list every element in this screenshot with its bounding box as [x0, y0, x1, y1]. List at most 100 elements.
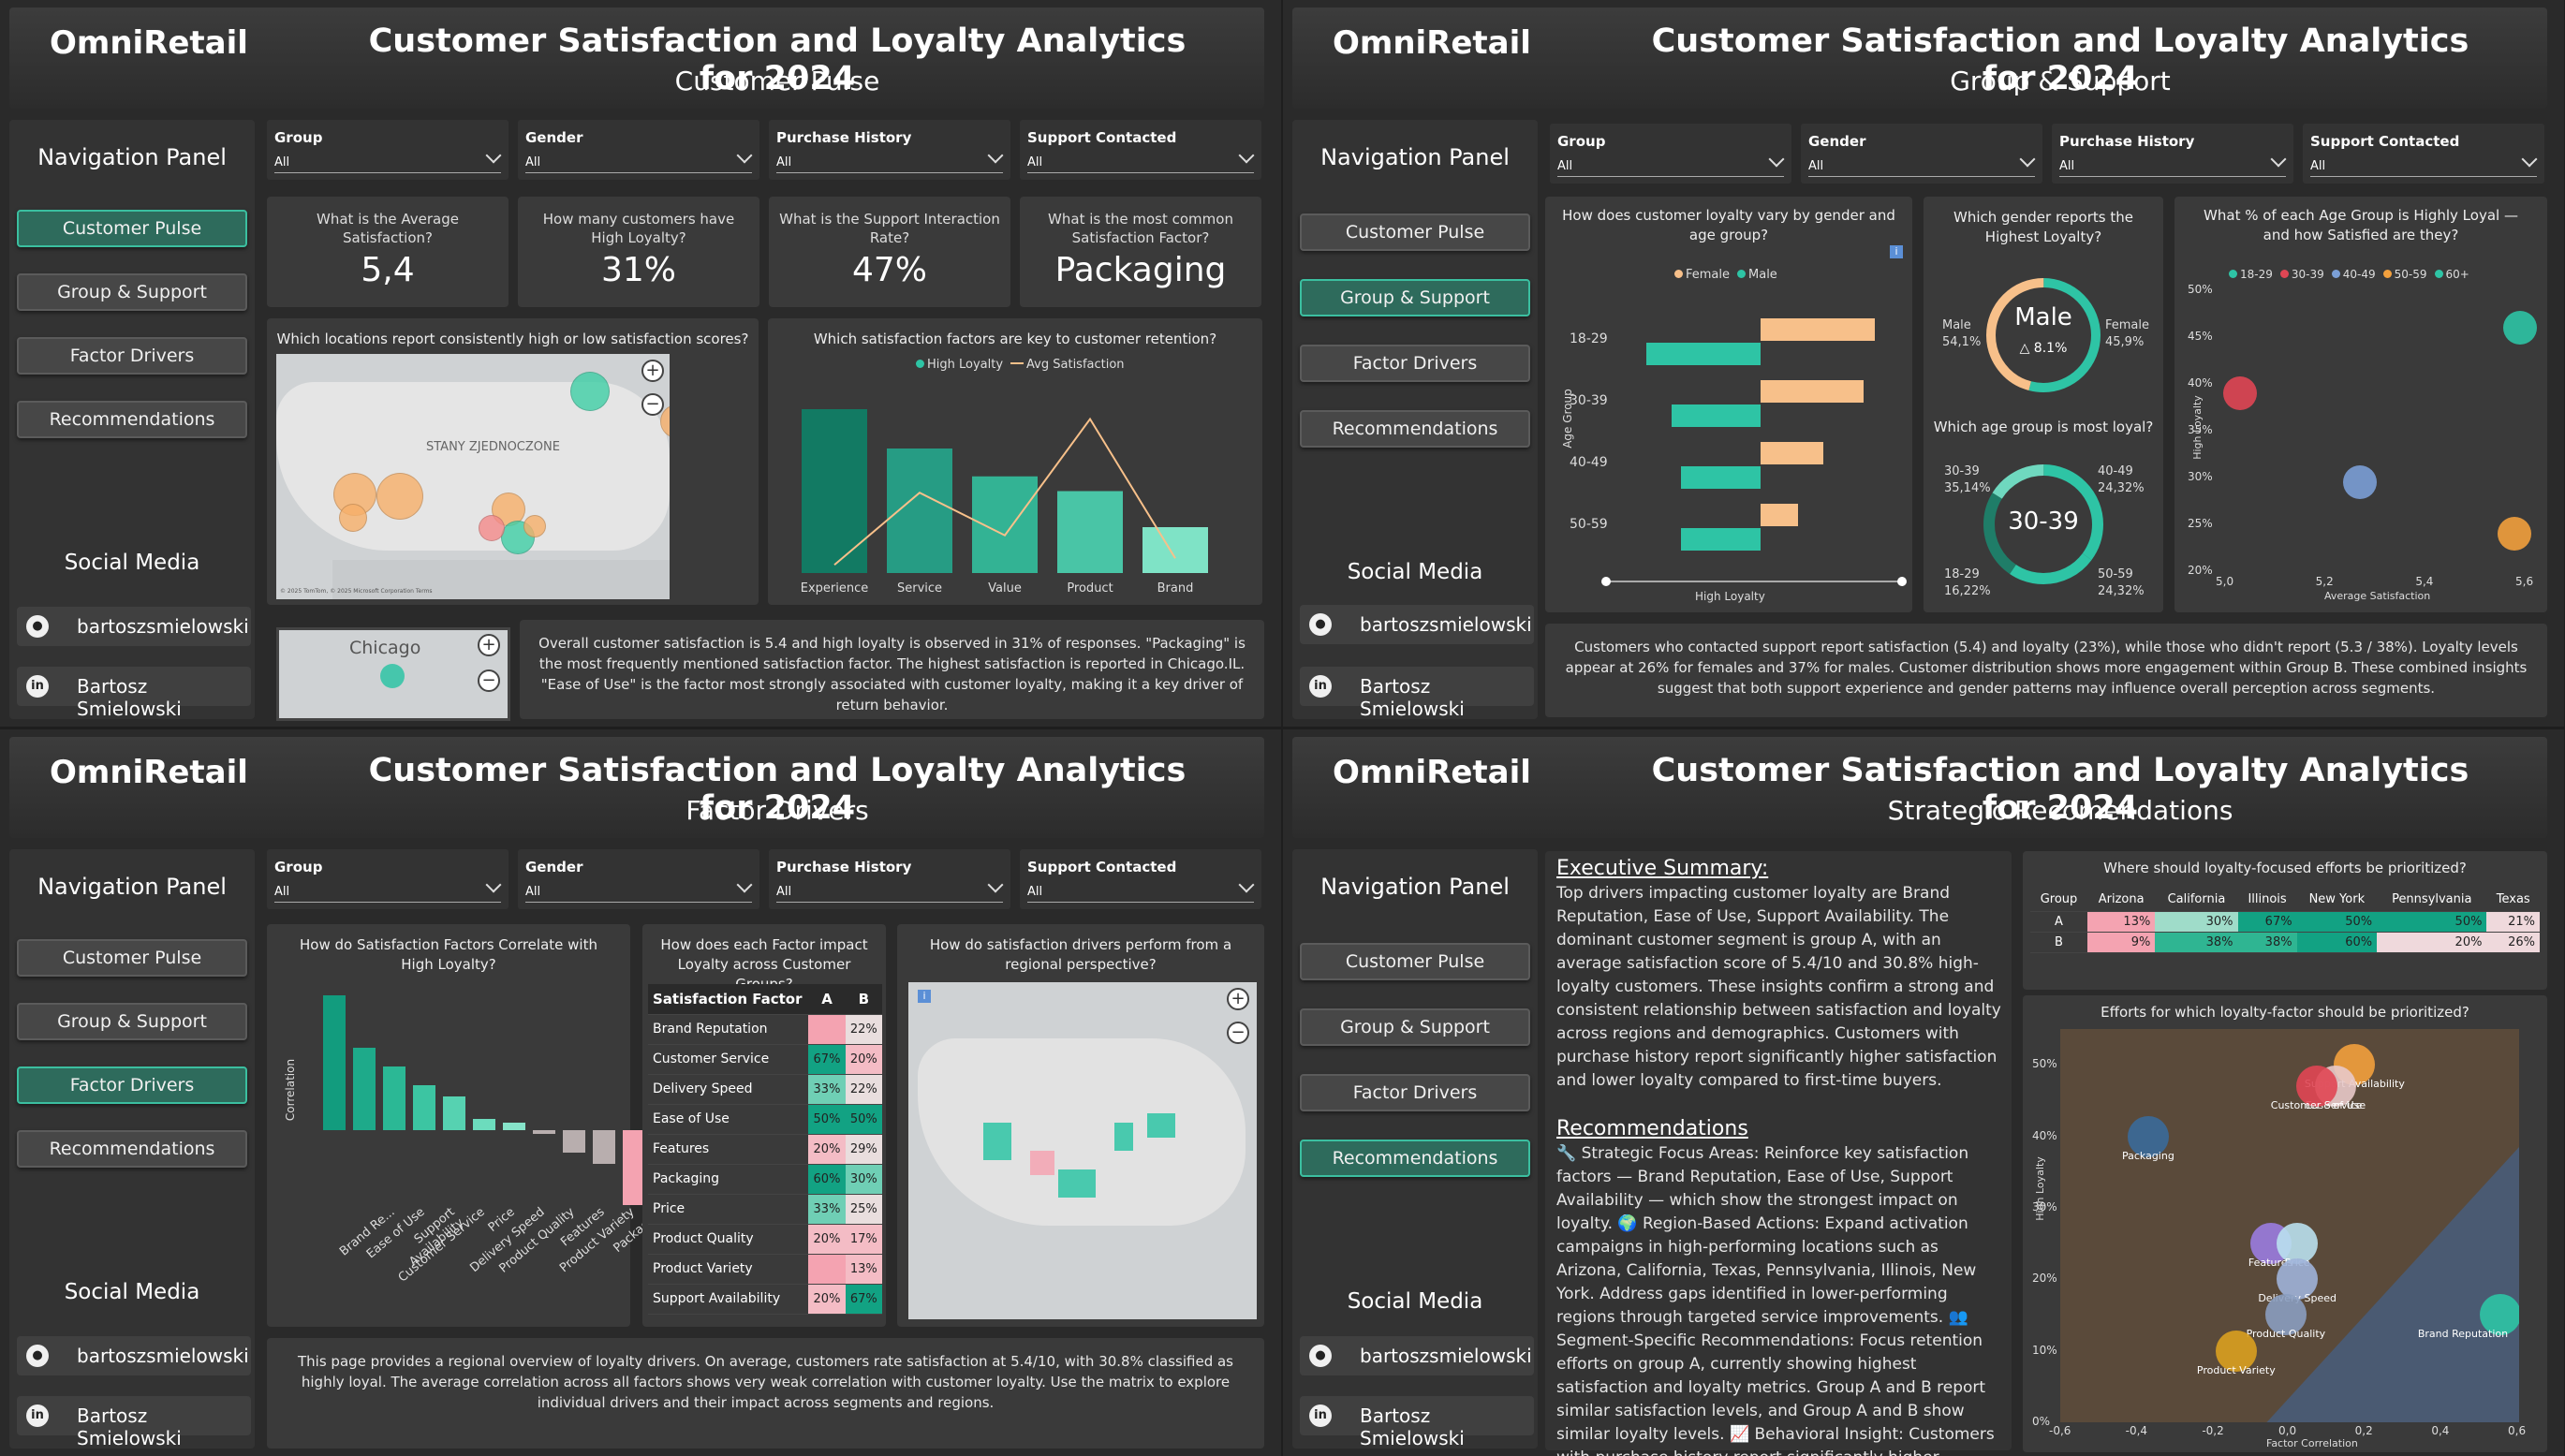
- bar-male[interactable]: [1671, 404, 1761, 427]
- legend-dot: [2382, 270, 2392, 278]
- matrix-row[interactable]: Features 20% 29%: [648, 1134, 882, 1165]
- bar-female[interactable]: [1761, 442, 1824, 464]
- nav-button-factor-drivers[interactable]: Factor Drivers: [17, 1066, 247, 1104]
- map-bubble[interactable]: [523, 515, 546, 537]
- zoom-out-icon[interactable]: −: [1227, 1022, 1249, 1044]
- matrix-row[interactable]: Customer Service 67% 20%: [648, 1044, 882, 1075]
- state-shape[interactable]: [1058, 1169, 1096, 1198]
- bar-product[interactable]: [1057, 491, 1123, 574]
- filter-gender[interactable]: Gender All: [1801, 124, 2042, 184]
- slider-handle-left[interactable]: [1601, 577, 1611, 586]
- github-link[interactable]: ● bartoszsmielowski: [1300, 605, 1534, 644]
- scatter-point-40-49[interactable]: [2343, 465, 2377, 499]
- linkedin-link[interactable]: in Bartosz Smielowski: [1300, 1396, 1534, 1449]
- state-shape[interactable]: [983, 1123, 1011, 1160]
- bar-service[interactable]: [887, 449, 952, 573]
- slider-handle-right[interactable]: [1897, 577, 1907, 586]
- filter-purchase-history[interactable]: Purchase History All: [769, 120, 1010, 180]
- nav-button-recommendations[interactable]: Recommendations: [17, 401, 247, 438]
- matrix-row[interactable]: Delivery Speed 33% 22%: [648, 1074, 882, 1105]
- state-row[interactable]: B 9% 38% 38% 60% 20% 26%: [2030, 932, 2540, 953]
- matrix-row[interactable]: Ease of Use 50% 50%: [648, 1104, 882, 1135]
- correlation-bar[interactable]: [383, 1066, 405, 1130]
- info-icon[interactable]: i: [918, 990, 931, 1003]
- info-icon[interactable]: i: [1890, 245, 1903, 258]
- filter-group[interactable]: Group All: [267, 120, 509, 180]
- nav-button-group-support[interactable]: Group & Support: [17, 273, 247, 311]
- satisfaction-map[interactable]: STANY ZJEDNOCZONE + − © 2025 TomTom, © 2025…: [276, 354, 670, 599]
- filter-support-contacted[interactable]: Support Contacted All: [1020, 120, 1261, 180]
- bar-brand[interactable]: [1142, 527, 1208, 573]
- bar-female[interactable]: [1761, 318, 1875, 341]
- nav-button-customer-pulse[interactable]: Customer Pulse: [17, 210, 247, 247]
- nav-button-recommendations[interactable]: Recommendations: [1300, 410, 1530, 448]
- map-bubble[interactable]: [570, 372, 610, 411]
- nav-button-customer-pulse[interactable]: Customer Pulse: [1300, 213, 1530, 251]
- nav-button-recommendations[interactable]: Recommendations: [1300, 1140, 1530, 1177]
- correlation-bar[interactable]: [533, 1130, 555, 1134]
- state-shape[interactable]: [1030, 1151, 1054, 1175]
- matrix-row[interactable]: Product Variety 13%: [648, 1254, 882, 1285]
- map-bubble[interactable]: [479, 515, 505, 541]
- correlation-bar[interactable]: [593, 1130, 615, 1164]
- github-link[interactable]: ● bartoszsmielowski: [17, 1336, 251, 1375]
- zoom-out-icon[interactable]: −: [641, 393, 664, 416]
- filter-group[interactable]: Group All: [267, 849, 509, 909]
- bar-experience[interactable]: [802, 409, 867, 573]
- map-bubble[interactable]: [376, 473, 423, 520]
- map-bubble[interactable]: [339, 504, 367, 532]
- scroll-slider[interactable]: [1605, 581, 1901, 582]
- zoom-in-icon[interactable]: +: [478, 634, 500, 656]
- linkedin-link[interactable]: in Bartosz Smielowski: [17, 667, 251, 720]
- nav-button-customer-pulse[interactable]: Customer Pulse: [17, 939, 247, 977]
- correlation-bar[interactable]: [473, 1119, 495, 1130]
- nav-button-group-support[interactable]: Group & Support: [1300, 1008, 1530, 1046]
- zoom-in-icon[interactable]: +: [641, 360, 664, 382]
- state-shape[interactable]: [1114, 1123, 1133, 1151]
- matrix-row[interactable]: Support Availability 20% 67%: [648, 1284, 882, 1315]
- nav-button-customer-pulse[interactable]: Customer Pulse: [1300, 943, 1530, 980]
- correlation-bar[interactable]: [353, 1048, 376, 1130]
- matrix-row[interactable]: Packaging 60% 30%: [648, 1164, 882, 1195]
- zoom-out-icon[interactable]: −: [478, 669, 500, 692]
- bar-male[interactable]: [1680, 528, 1761, 551]
- correlation-bar[interactable]: [443, 1096, 465, 1130]
- correlation-bar[interactable]: [413, 1085, 435, 1130]
- bar-male[interactable]: [1646, 343, 1761, 365]
- github-link[interactable]: ● bartoszsmielowski: [1300, 1336, 1534, 1375]
- scatter-point-50-59[interactable]: [2498, 517, 2532, 551]
- nav-button-factor-drivers[interactable]: Factor Drivers: [17, 337, 247, 375]
- bar-female[interactable]: [1761, 380, 1864, 403]
- state-shape[interactable]: [1147, 1113, 1175, 1138]
- nav-button-factor-drivers[interactable]: Factor Drivers: [1300, 1074, 1530, 1111]
- nav-button-recommendations[interactable]: Recommendations: [17, 1130, 247, 1168]
- filter-group[interactable]: Group All: [1550, 124, 1791, 184]
- linkedin-link[interactable]: in Bartosz Smielowski: [1300, 667, 1534, 720]
- filter-gender[interactable]: Gender All: [518, 849, 759, 909]
- matrix-row[interactable]: Price 33% 25%: [648, 1194, 882, 1225]
- github-link[interactable]: ● bartoszsmielowski: [17, 607, 251, 646]
- filter-gender[interactable]: Gender All: [518, 120, 759, 180]
- filter-support-contacted[interactable]: Support Contacted All: [1020, 849, 1261, 909]
- filter-support-contacted[interactable]: Support Contacted All: [2303, 124, 2544, 184]
- scatter-point-60+[interactable]: [2502, 311, 2537, 345]
- nav-button-factor-drivers[interactable]: Factor Drivers: [1300, 345, 1530, 382]
- bar-male[interactable]: [1680, 466, 1761, 489]
- zoom-in-icon[interactable]: +: [1227, 988, 1249, 1010]
- scatter-point-18-29[interactable]: [2223, 376, 2257, 410]
- correlation-bar[interactable]: [563, 1130, 585, 1153]
- state-row[interactable]: A 13% 30% 67% 50% 50% 21%: [2030, 911, 2540, 933]
- correlation-bar[interactable]: [503, 1123, 525, 1130]
- nav-button-group-support[interactable]: Group & Support: [17, 1003, 247, 1040]
- matrix-row[interactable]: Product Quality 20% 17%: [648, 1224, 882, 1255]
- matrix-row[interactable]: Brand Reputation 22%: [648, 1014, 882, 1045]
- linkedin-link[interactable]: in Bartosz Smielowski: [17, 1396, 251, 1449]
- bar-female[interactable]: [1761, 504, 1799, 526]
- filter-purchase-history[interactable]: Purchase History All: [2052, 124, 2293, 184]
- chicago-map[interactable]: Chicago + −: [276, 627, 510, 721]
- chicago-bubble[interactable]: [380, 664, 405, 688]
- nav-button-group-support[interactable]: Group & Support: [1300, 279, 1530, 316]
- correlation-bar[interactable]: [323, 995, 346, 1130]
- regional-map[interactable]: i + −: [908, 982, 1257, 1319]
- filter-purchase-history[interactable]: Purchase History All: [769, 849, 1010, 909]
